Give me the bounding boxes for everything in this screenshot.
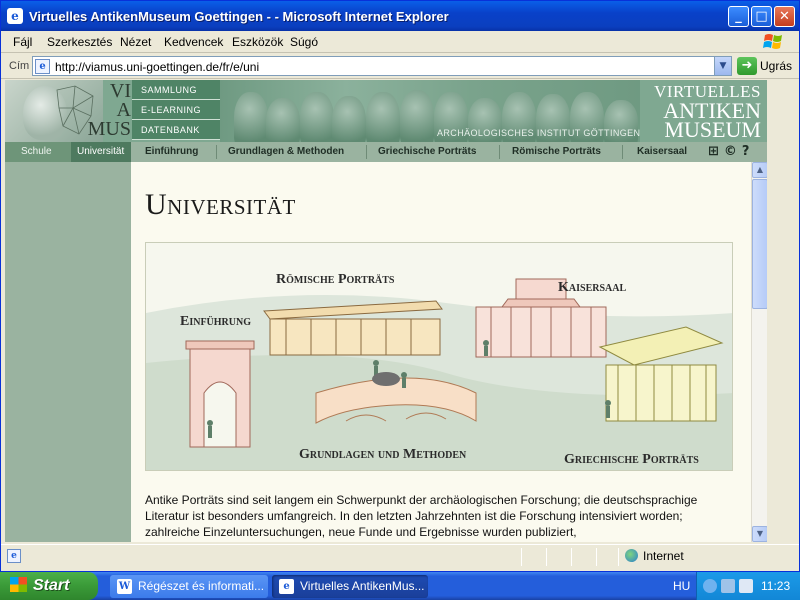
menu-view[interactable]: Nézet (120, 35, 151, 49)
museum-brand: VIRTUELLES ANTIKEN MUSEUM (654, 82, 761, 142)
menu-tools[interactable]: Eszközök (232, 35, 283, 49)
go-arrow-icon[interactable]: ➜ (737, 57, 757, 75)
scroll-thumb[interactable] (752, 179, 767, 309)
tray-app-icon[interactable] (739, 579, 753, 593)
network-icon[interactable] (721, 579, 735, 593)
address-dropdown-icon[interactable]: ▼ (714, 57, 731, 75)
security-zone: Internet (625, 549, 684, 563)
left-column (5, 162, 131, 542)
address-url[interactable]: http://viamus.uni-goettingen.de/fr/e/uni (55, 60, 259, 74)
sub-navigation: SAMMLUNG E-LEARNING DATENBANK (132, 80, 220, 142)
word-icon: W (117, 579, 132, 594)
nav-schule[interactable]: Schule (5, 142, 71, 162)
taskbar-item-word[interactable]: W Régészet és informati... (110, 575, 268, 598)
nav-universitaet[interactable]: Universität (71, 142, 131, 162)
close-button[interactable]: ✕ (774, 6, 795, 27)
minimize-button[interactable]: _ (728, 6, 749, 27)
page-title: Universität (145, 188, 296, 221)
nav-grundlagen[interactable]: Grundlagen & Methoden (228, 142, 344, 162)
einfuehrung-arch[interactable] (185, 340, 255, 448)
address-bar: Cím e http://viamus.uni-goettingen.de/fr… (1, 54, 799, 79)
nav-roemische[interactable]: Römische Porträts (512, 142, 601, 162)
roman-portraits-building[interactable] (263, 300, 443, 356)
title-bar[interactable]: e Virtuelles AntikenMuseum Goettingen - … (1, 1, 799, 31)
viamus-logo[interactable]: VI A MUS (81, 81, 131, 140)
taskbar-item-ie[interactable]: e Virtuelles AntikenMus... (272, 575, 428, 598)
web-page: VI A MUS SAMMLUNG E-LEARNING DATENBANK A… (5, 80, 767, 542)
ie-icon: e (7, 8, 23, 24)
menu-favorites[interactable]: Kedvencek (164, 35, 223, 49)
menu-file[interactable]: Fájl (13, 35, 32, 49)
status-bar: e Internet (1, 544, 799, 568)
site-banner: VI A MUS SAMMLUNG E-LEARNING DATENBANK A… (5, 80, 767, 142)
subnav-datenbank[interactable]: DATENBANK (132, 120, 220, 140)
page-status-icon: e (7, 549, 21, 563)
vertical-scrollbar[interactable]: ▲ ▼ (751, 162, 767, 542)
address-input[interactable]: e http://viamus.uni-goettingen.de/fr/e/u… (32, 56, 732, 76)
content-area: Universität Römische Porträts Kaisersaal… (131, 162, 751, 542)
label-grundlagen: Grundlagen und Methoden (299, 447, 467, 462)
nav-kaisersaal[interactable]: Kaisersaal (637, 142, 687, 162)
overview-illustration: Römische Porträts Kaisersaal Einführung … (145, 242, 733, 471)
menu-help[interactable]: Súgó (290, 35, 318, 49)
address-label: Cím (9, 60, 30, 72)
windows-logo-icon (763, 34, 782, 49)
language-indicator[interactable]: HU (673, 579, 690, 593)
label-kaisersaal: Kaisersaal (558, 280, 626, 295)
main-navigation: Schule Universität Einführung Grundlagen… (5, 142, 767, 162)
system-tray: 11:23 (696, 572, 800, 600)
tray-expand-icon[interactable] (703, 579, 717, 593)
label-griechische-portraets: Griechische Porträts (564, 452, 699, 467)
subnav-sammlung[interactable]: SAMMLUNG (132, 80, 220, 100)
nav-einfuehrung[interactable]: Einführung (145, 142, 198, 162)
maximize-button[interactable]: □ (751, 6, 772, 27)
sitemap-icon[interactable]: ⊞ (708, 144, 719, 159)
scroll-up-icon[interactable]: ▲ (752, 162, 767, 178)
ie-icon: e (279, 579, 294, 594)
illustration-graphic: Römische Porträts Kaisersaal Einführung … (146, 272, 732, 470)
scroll-down-icon[interactable]: ▼ (752, 526, 767, 542)
subnav-e-learning[interactable]: E-LEARNING (132, 100, 220, 120)
page-icon: e (35, 59, 50, 74)
taskbar: Start W Régészet és informati... e Virtuel… (0, 572, 800, 600)
browser-window: e Virtuelles AntikenMuseum Goettingen - … (0, 0, 800, 572)
institute-name: ARCHÄOLOGISCHES INSTITUT GÖTTINGEN (437, 128, 641, 138)
go-button[interactable]: Ugrás (760, 59, 792, 73)
label-roemische-portraets: Römische Porträts (276, 272, 395, 287)
copyright-icon[interactable]: © (724, 144, 737, 159)
windows-flag-icon (10, 577, 27, 592)
menu-bar: Fájl Szerkesztés Nézet Kedvencek Eszközö… (1, 31, 799, 53)
help-icon[interactable]: ? (742, 144, 750, 159)
clock: 11:23 (761, 579, 791, 593)
intro-paragraph: Antike Porträts sind seit langem ein Sch… (145, 493, 698, 539)
nav-griechische[interactable]: Griechische Porträts (378, 142, 476, 162)
window-title: Virtuelles AntikenMuseum Goettingen - - … (29, 9, 449, 24)
globe-icon (625, 549, 638, 562)
start-button[interactable]: Start (0, 572, 98, 600)
menu-edit[interactable]: Szerkesztés (47, 35, 112, 49)
label-einfuehrung: Einführung (180, 314, 251, 329)
